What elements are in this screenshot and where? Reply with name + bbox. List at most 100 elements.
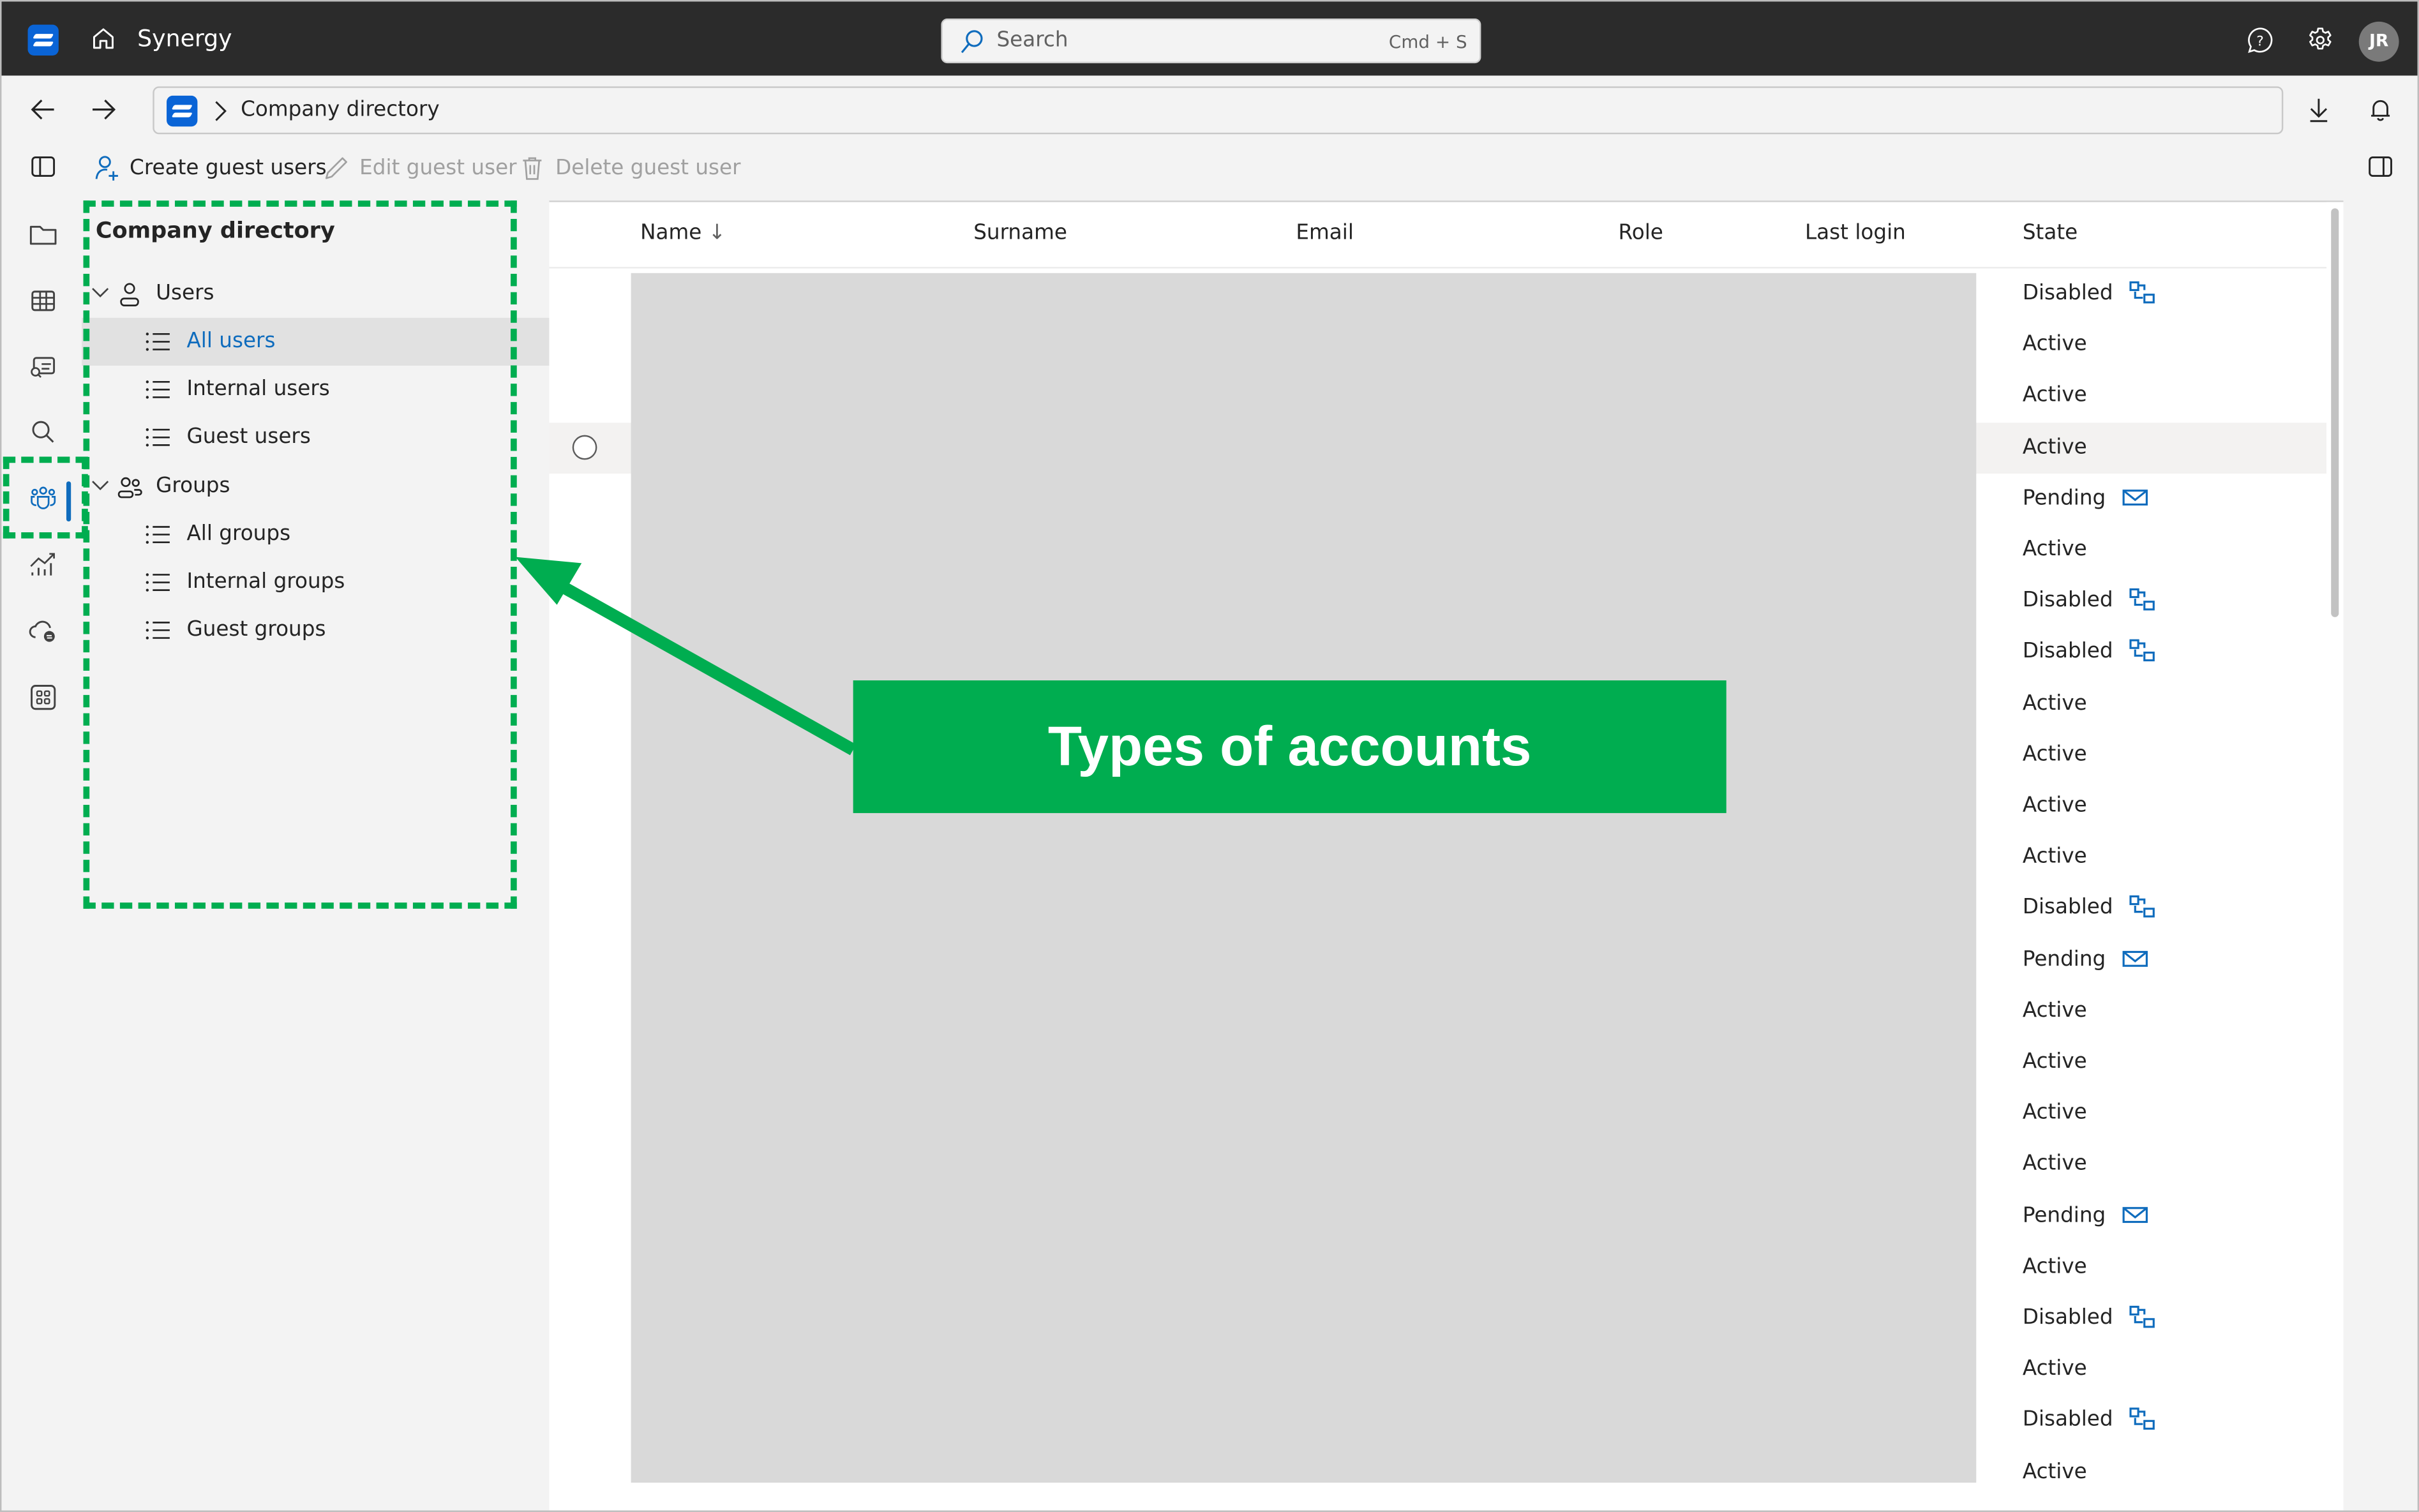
annotation-highlight-rail-people — [3, 456, 88, 539]
toggle-sidebar-icon[interactable] — [29, 153, 57, 181]
row-select-radio[interactable] — [572, 434, 597, 460]
redacted-region — [631, 273, 1977, 1483]
breadcrumb-app-logo[interactable] — [167, 95, 198, 127]
users-table: Name ↓ Surname Email Role Last login Sta… — [549, 200, 2344, 1511]
state-cell: Disabled — [2023, 588, 2156, 613]
download-icon[interactable] — [2305, 96, 2333, 124]
state-text: Active — [2022, 1356, 2087, 1381]
state-cell: Pending — [2022, 1202, 2149, 1228]
state-text: Active — [2022, 1151, 2087, 1176]
sync-icon[interactable] — [2129, 895, 2157, 920]
search-placeholder: Search — [996, 27, 1068, 53]
address-bar[interactable]: Company directory — [153, 86, 2284, 135]
state-text: Active — [2022, 383, 2087, 408]
state-text: Active — [2022, 998, 2087, 1023]
table-icon[interactable] — [28, 285, 59, 316]
scrollbar-thumb[interactable] — [2331, 208, 2339, 617]
bell-icon[interactable] — [2367, 96, 2395, 124]
state-text: Active — [2022, 434, 2087, 460]
table-header: Name ↓ Surname Email Role Last login Sta… — [549, 202, 2326, 269]
search-icon — [961, 30, 983, 54]
sync-icon[interactable] — [2129, 588, 2157, 613]
trash-icon — [523, 157, 542, 180]
column-header-state[interactable]: State — [2023, 221, 2078, 246]
back-arrow-icon[interactable] — [28, 94, 59, 124]
app-logo[interactable] — [27, 24, 59, 56]
column-header-role[interactable]: Role — [1619, 221, 1663, 246]
avatar[interactable]: JR — [2358, 21, 2399, 62]
folder-icon[interactable] — [28, 219, 59, 250]
state-cell: Pending — [2023, 486, 2149, 511]
app-name: Synergy — [137, 24, 232, 53]
forward-arrow-icon[interactable] — [88, 94, 119, 124]
column-header-name[interactable]: Name ↓ — [640, 221, 726, 246]
mail-icon[interactable] — [2121, 486, 2149, 511]
apps-icon[interactable] — [28, 682, 59, 712]
state-text: Pending — [2022, 485, 2106, 511]
column-header-surname[interactable]: Surname — [973, 221, 1067, 246]
cloud-sync-icon[interactable] — [28, 616, 59, 647]
add-person-icon — [95, 156, 118, 181]
edit-guest-user-button[interactable]: Edit guest user — [322, 151, 517, 185]
mail-icon[interactable] — [2121, 947, 2149, 971]
state-cell: Disabled — [2023, 1305, 2156, 1330]
state-cell: Active — [2023, 742, 2087, 767]
state-text: Active — [2022, 793, 2087, 818]
state-cell: Active — [2023, 1459, 2087, 1484]
state-cell: Active — [2023, 1254, 2087, 1279]
sync-icon[interactable] — [2129, 281, 2157, 306]
annotation-label: Types of accounts — [853, 680, 1726, 813]
state-text: Disabled — [2022, 639, 2113, 664]
state-cell: Active — [2023, 1100, 2087, 1125]
state-text: Active — [2022, 1049, 2087, 1074]
state-text: Disabled — [2022, 588, 2113, 613]
state-cell: Active — [2023, 332, 2087, 357]
create-guest-users-label: Create guest users — [130, 156, 327, 181]
column-header-email[interactable]: Email — [1296, 221, 1354, 246]
state-cell: Active — [2023, 844, 2087, 869]
search-input[interactable]: Search Cmd + S — [941, 19, 1481, 64]
sync-icon[interactable] — [2129, 640, 2157, 664]
pencil-icon — [325, 157, 347, 179]
state-text: Active — [2022, 1100, 2087, 1125]
state-text: Active — [2022, 1254, 2087, 1279]
annotation-highlight-tree — [83, 200, 517, 909]
state-cell: Active — [2023, 1151, 2087, 1176]
sync-icon[interactable] — [2129, 1305, 2157, 1330]
state-cell: Disabled — [2023, 640, 2156, 664]
state-text: Active — [2022, 742, 2087, 767]
state-cell: Active — [2023, 383, 2087, 408]
settings-icon[interactable] — [2307, 26, 2335, 54]
toggle-details-pane-icon[interactable] — [2367, 153, 2395, 181]
search-document-icon[interactable] — [28, 352, 59, 382]
title-bar: Synergy Search Cmd + S ? JR — [1, 1, 2418, 76]
right-gutter — [2343, 200, 2418, 1511]
state-cell: Active — [2023, 1049, 2087, 1074]
sync-icon[interactable] — [2129, 1408, 2157, 1433]
delete-guest-user-button[interactable]: Delete guest user — [518, 151, 741, 185]
state-cell: Active — [2023, 998, 2087, 1023]
state-text: Disabled — [2022, 1305, 2113, 1330]
state-text: Active — [2022, 690, 2087, 715]
home-icon[interactable] — [89, 25, 117, 53]
state-text: Active — [2022, 537, 2087, 562]
create-guest-users-button[interactable]: Create guest users — [93, 151, 327, 185]
breadcrumb-current[interactable]: Company directory — [241, 97, 440, 122]
edit-guest-user-label: Edit guest user — [359, 156, 517, 181]
analytics-icon[interactable] — [28, 550, 59, 580]
state-cell: Disabled — [2023, 281, 2156, 306]
help-icon[interactable]: ? — [2246, 26, 2274, 54]
state-text: Active — [2022, 844, 2087, 869]
mail-icon[interactable] — [2121, 1203, 2149, 1228]
vertical-scrollbar[interactable] — [2326, 202, 2344, 1511]
column-header-last-login[interactable]: Last login — [1805, 221, 1906, 246]
state-text: Pending — [2022, 1202, 2106, 1228]
delete-guest-user-label: Delete guest user — [555, 156, 741, 181]
chevron-right-icon — [215, 101, 227, 121]
state-cell: Disabled — [2023, 895, 2156, 920]
state-cell: Active — [2023, 793, 2087, 818]
search-icon[interactable] — [28, 417, 59, 447]
state-cell: Pending — [2023, 947, 2149, 971]
state-text: Active — [2022, 1458, 2087, 1484]
search-shortcut: Cmd + S — [1388, 31, 1467, 53]
